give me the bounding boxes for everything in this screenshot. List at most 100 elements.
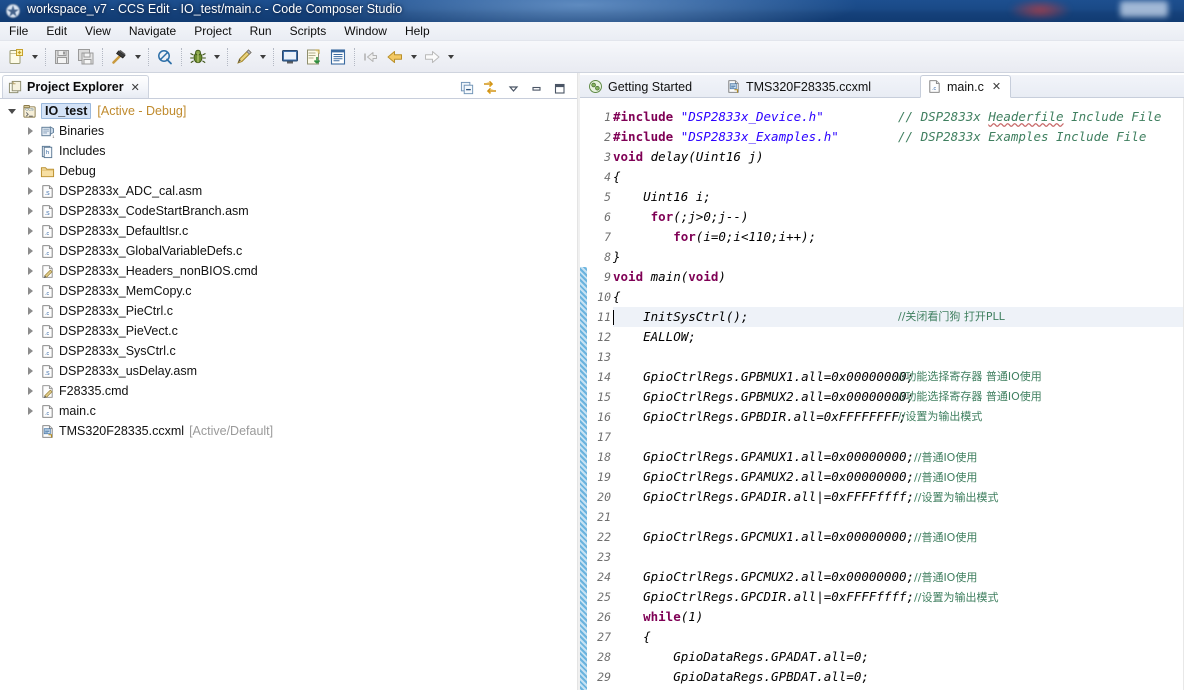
tree-item-dsp2833x-piectrl-c[interactable]: .c DSP2833x_PieCtrl.c bbox=[0, 301, 577, 321]
chevron-right-icon[interactable] bbox=[22, 147, 38, 155]
save-icon[interactable] bbox=[50, 45, 74, 69]
no-build-icon[interactable] bbox=[153, 45, 177, 69]
chevron-down-icon[interactable] bbox=[131, 46, 144, 68]
tree-item-tms320f28335-ccxml[interactable]: TMS320F28335.ccxml [Active/Default] bbox=[0, 421, 577, 441]
code-text[interactable]: #include "DSP2833x_Device.h" // DSP2833x … bbox=[613, 98, 1184, 690]
chevron-down-icon[interactable] bbox=[28, 46, 41, 68]
code-line[interactable]: { bbox=[613, 627, 1184, 647]
chevron-right-icon[interactable] bbox=[22, 367, 38, 375]
save-all-icon[interactable] bbox=[74, 45, 98, 69]
code-line[interactable]: GpioDataRegs.GPADAT.all=0; bbox=[613, 647, 1184, 667]
code-line[interactable]: { bbox=[613, 167, 1184, 187]
code-line[interactable] bbox=[613, 427, 1184, 447]
import-project-icon[interactable] bbox=[302, 45, 326, 69]
properties-icon[interactable] bbox=[326, 45, 350, 69]
code-line[interactable]: InitSysCtrl(); //关闭看门狗 打开PLL bbox=[613, 307, 1184, 327]
tree-item-f28335-cmd[interactable]: F28335.cmd bbox=[0, 381, 577, 401]
tree-item-dsp2833x-globalvariabledefs-c[interactable]: .c DSP2833x_GlobalVariableDefs.c bbox=[0, 241, 577, 261]
code-line[interactable]: GpioCtrlRegs.GPAMUX1.all=0x00000000;//普通… bbox=[613, 447, 1184, 467]
run-pencil-icon[interactable] bbox=[232, 45, 256, 69]
console-icon[interactable] bbox=[278, 45, 302, 69]
editor-tab-getting-started[interactable]: Getting Started bbox=[582, 75, 701, 98]
chevron-right-icon[interactable] bbox=[22, 207, 38, 215]
tree-item-main-c[interactable]: .c main.c bbox=[0, 401, 577, 421]
tree-item-includes[interactable]: h Includes bbox=[0, 141, 577, 161]
menu-item-run[interactable]: Run bbox=[241, 22, 281, 41]
back-annotate-icon[interactable] bbox=[359, 45, 383, 69]
menu-item-view[interactable]: View bbox=[76, 22, 120, 41]
chevron-right-icon[interactable] bbox=[22, 407, 38, 415]
tree-item-dsp2833x-adc-cal-asm[interactable]: .S DSP2833x_ADC_cal.asm bbox=[0, 181, 577, 201]
tree-item-dsp2833x-sysctrl-c[interactable]: .c DSP2833x_SysCtrl.c bbox=[0, 341, 577, 361]
code-line[interactable]: GpioCtrlRegs.GPBMUX1.all=0x00000000;//功能… bbox=[613, 367, 1184, 387]
chevron-down-icon[interactable] bbox=[210, 46, 223, 68]
build-hammer-icon[interactable] bbox=[107, 45, 131, 69]
chevron-right-icon[interactable] bbox=[22, 127, 38, 135]
code-line[interactable]: EALLOW; bbox=[613, 327, 1184, 347]
chevron-down-icon[interactable] bbox=[256, 46, 269, 68]
menu-item-file[interactable]: File bbox=[0, 22, 37, 41]
code-line[interactable]: while(1) bbox=[613, 607, 1184, 627]
code-line[interactable]: #include "DSP2833x_Device.h" // DSP2833x … bbox=[613, 107, 1184, 127]
tree-item-dsp2833x-memcopy-c[interactable]: .c DSP2833x_MemCopy.c bbox=[0, 281, 577, 301]
chevron-down-icon[interactable] bbox=[4, 108, 20, 114]
code-line[interactable]: void delay(Uint16 j) bbox=[613, 147, 1184, 167]
code-line[interactable]: GpioCtrlRegs.GPAMUX2.all=0x00000000;//普通… bbox=[613, 467, 1184, 487]
project-tree[interactable]: CCS IO_test [Active - Debug] 1 Binaries h Incl… bbox=[0, 99, 577, 690]
chevron-right-icon[interactable] bbox=[22, 327, 38, 335]
menu-item-window[interactable]: Window bbox=[335, 22, 396, 41]
source-editor-main-c[interactable]: 1 2 3 4 5 6 7 8 9 10 11 12 13 14 15 16 17 18 19 20 21 22 23 24 2… bbox=[580, 98, 1184, 690]
code-line[interactable]: GpioCtrlRegs.GPBDIR.all=0xFFFFFFFF;//设置为… bbox=[613, 407, 1184, 427]
new-file-icon[interactable] bbox=[4, 45, 28, 69]
tree-item-dsp2833x-headers-nonbios-cmd[interactable]: DSP2833x_Headers_nonBIOS.cmd bbox=[0, 261, 577, 281]
code-line[interactable]: GpioCtrlRegs.GPBMUX2.all=0x00000000;//功能… bbox=[613, 387, 1184, 407]
chevron-right-icon[interactable] bbox=[22, 267, 38, 275]
tree-item-dsp2833x-usdelay-asm[interactable]: .S DSP2833x_usDelay.asm bbox=[0, 361, 577, 381]
view-menu-icon[interactable] bbox=[503, 78, 523, 98]
code-line[interactable]: for(i=0;i<110;i++); bbox=[613, 227, 1184, 247]
forward-arrow-icon[interactable] bbox=[420, 45, 444, 69]
editor-tab-main-c[interactable]: .c main.c ✕ bbox=[920, 75, 1012, 98]
tree-item-dsp2833x-codestartbranch-asm[interactable]: .S DSP2833x_CodeStartBranch.asm bbox=[0, 201, 577, 221]
editor-tab-tms320f28335-ccxml[interactable]: TMS320F28335.ccxml bbox=[720, 75, 880, 98]
chevron-down-icon[interactable] bbox=[444, 46, 457, 68]
code-line[interactable] bbox=[613, 347, 1184, 367]
chevron-right-icon[interactable] bbox=[22, 187, 38, 195]
chevron-right-icon[interactable] bbox=[22, 347, 38, 355]
code-line[interactable] bbox=[613, 507, 1184, 527]
chevron-down-icon[interactable] bbox=[407, 46, 420, 68]
close-icon[interactable]: ✕ bbox=[992, 80, 1001, 93]
tab-project-explorer[interactable]: Project Explorer ✕ bbox=[2, 75, 149, 98]
code-line[interactable]: GpioCtrlRegs.GPCMUX1.all=0x00000000;//普通… bbox=[613, 527, 1184, 547]
code-line[interactable]: void main(void) bbox=[613, 267, 1184, 287]
code-line[interactable]: Uint16 i; bbox=[613, 187, 1184, 207]
code-line[interactable]: for(;j>0;j--) bbox=[613, 207, 1184, 227]
tree-item-dsp2833x-pievect-c[interactable]: .c DSP2833x_PieVect.c bbox=[0, 321, 577, 341]
code-line[interactable]: } bbox=[613, 247, 1184, 267]
chevron-right-icon[interactable] bbox=[22, 287, 38, 295]
back-arrow-icon[interactable] bbox=[383, 45, 407, 69]
chevron-right-icon[interactable] bbox=[22, 307, 38, 315]
menu-item-help[interactable]: Help bbox=[396, 22, 439, 41]
tree-item-io-test[interactable]: CCS IO_test [Active - Debug] bbox=[0, 101, 577, 121]
collapse-all-icon[interactable] bbox=[457, 78, 477, 98]
code-line[interactable]: #include "DSP2833x_Examples.h" // DSP2833… bbox=[613, 127, 1184, 147]
chevron-right-icon[interactable] bbox=[22, 167, 38, 175]
code-line[interactable]: { bbox=[613, 287, 1184, 307]
close-icon[interactable]: ✕ bbox=[131, 81, 140, 94]
code-line[interactable]: GpioCtrlRegs.GPCDIR.all|=0xFFFFffff;//设置… bbox=[613, 587, 1184, 607]
menu-item-project[interactable]: Project bbox=[185, 22, 240, 41]
menu-item-edit[interactable]: Edit bbox=[37, 22, 76, 41]
code-line[interactable]: GpioCtrlRegs.GPADIR.all|=0xFFFFffff;//设置… bbox=[613, 487, 1184, 507]
menu-item-navigate[interactable]: Navigate bbox=[120, 22, 185, 41]
menu-item-scripts[interactable]: Scripts bbox=[281, 22, 336, 41]
chevron-right-icon[interactable] bbox=[22, 247, 38, 255]
debug-bug-icon[interactable] bbox=[186, 45, 210, 69]
maximize-view-icon[interactable] bbox=[549, 78, 569, 98]
tree-item-binaries[interactable]: 1 Binaries bbox=[0, 121, 577, 141]
tree-item-dsp2833x-defaultisr-c[interactable]: .c DSP2833x_DefaultIsr.c bbox=[0, 221, 577, 241]
code-line[interactable] bbox=[613, 547, 1184, 567]
code-line[interactable]: GpioDataRegs.GPBDAT.all=0; bbox=[613, 667, 1184, 687]
code-line[interactable]: GpioCtrlRegs.GPCMUX2.all=0x00000000;//普通… bbox=[613, 567, 1184, 587]
tree-item-debug[interactable]: Debug bbox=[0, 161, 577, 181]
